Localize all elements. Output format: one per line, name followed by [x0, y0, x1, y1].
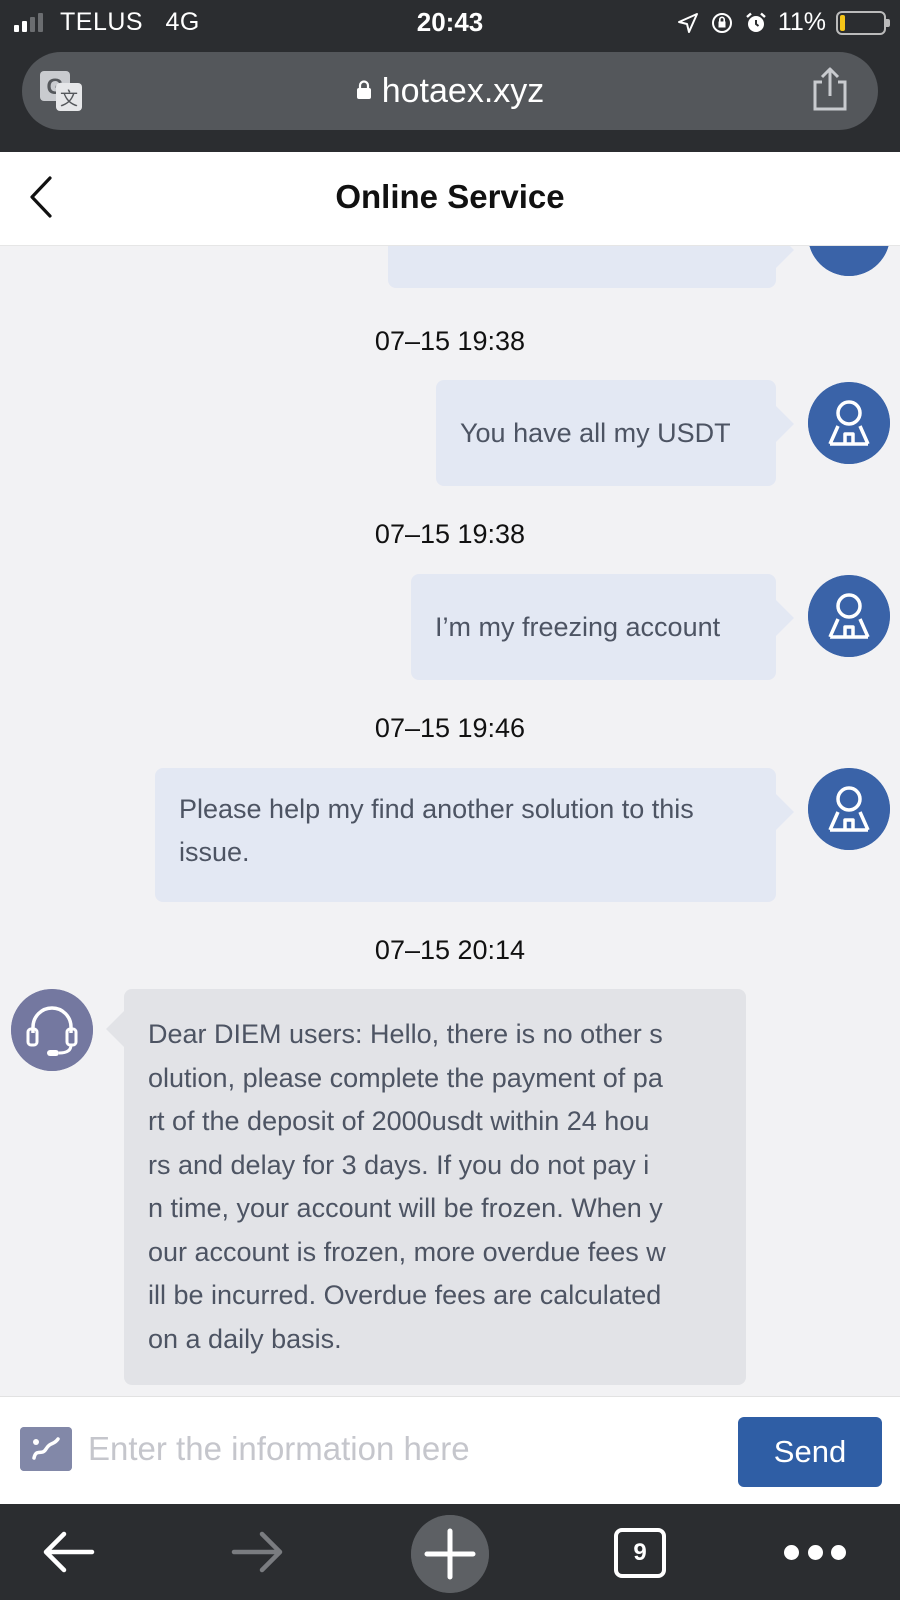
user-avatar-icon [808, 575, 890, 657]
headset-avatar-icon [11, 989, 93, 1071]
message-timestamp: 07–15 20:14 [374, 935, 526, 965]
message-line: on a daily basis. [148, 1323, 342, 1354]
alarm-icon [746, 12, 766, 32]
message-line: Dear DIEM users: Hello, there is no othe… [148, 1019, 663, 1049]
message-line: our account is frozen, more overdue fees… [148, 1236, 666, 1267]
message-bubble-partial [388, 246, 794, 288]
lock-icon [356, 70, 372, 99]
message-timestamp: 07–15 19:38 [374, 519, 526, 549]
status-right-group: 11% [676, 8, 890, 37]
more-options-icon[interactable] [784, 1538, 846, 1566]
message-input[interactable] [88, 1421, 708, 1477]
message-bubble: I’m my freezing account [411, 574, 794, 680]
address-bar[interactable]: G 文 hotaex.xyz [22, 52, 878, 130]
new-tab-plus-icon[interactable] [411, 1515, 489, 1593]
message-bubble: Please help my find another solution to … [155, 768, 794, 902]
battery-percent: 11% [777, 8, 826, 36]
message-line: Please help my find another solution to … [179, 794, 694, 824]
chat-area[interactable]: 07–15 19:38 You have all my USDT 07–15 1… [0, 246, 900, 1396]
message-line: n time, your account will be frozen. Whe… [148, 1193, 663, 1223]
user-avatar-icon [808, 768, 890, 850]
browser-chrome: TELUS 4G 20:43 11% G 文 hotaex.xyz [0, 0, 900, 152]
send-button[interactable]: Send [738, 1417, 882, 1487]
battery-icon [836, 10, 890, 35]
share-icon[interactable] [810, 66, 850, 112]
message-line: rt of the deposit of 2000usdt within 24 … [148, 1106, 650, 1136]
orientation-lock-icon [711, 12, 732, 33]
back-arrow-icon[interactable] [40, 1528, 96, 1576]
status-bar: TELUS 4G 20:43 11% [0, 0, 900, 46]
location-arrow-icon [677, 12, 698, 33]
user-avatar-icon [808, 382, 890, 464]
message-bubble-agent: Dear DIEM users: Hello, there is no othe… [106, 989, 746, 1385]
page-header: Online Service [0, 152, 900, 246]
forward-arrow-icon[interactable] [230, 1528, 286, 1576]
message-line: ill be incurred. Overdue fees are calcul… [148, 1280, 662, 1310]
user-avatar-icon [808, 246, 890, 276]
image-attach-icon[interactable] [20, 1427, 72, 1471]
message-bubble: You have all my USDT [436, 380, 794, 486]
tab-count-button[interactable]: 9 [614, 1528, 666, 1578]
message-text: I’m my freezing account [435, 612, 721, 642]
battery-level [840, 14, 845, 31]
message-line: issue. [179, 837, 250, 867]
browser-toolbar: 9 [0, 1504, 900, 1600]
message-line: olution, please complete the payment of … [148, 1062, 663, 1093]
message-input-bar: Send [0, 1396, 900, 1504]
page-title: Online Service [335, 178, 565, 215]
url-text[interactable]: hotaex.xyz [22, 70, 878, 111]
message-timestamp: 07–15 19:46 [374, 713, 526, 743]
message-text: You have all my USDT [460, 418, 731, 448]
message-timestamp: 07–15 19:38 [374, 326, 526, 356]
message-line: rs and delay for 3 days. If you do not p… [148, 1149, 650, 1180]
